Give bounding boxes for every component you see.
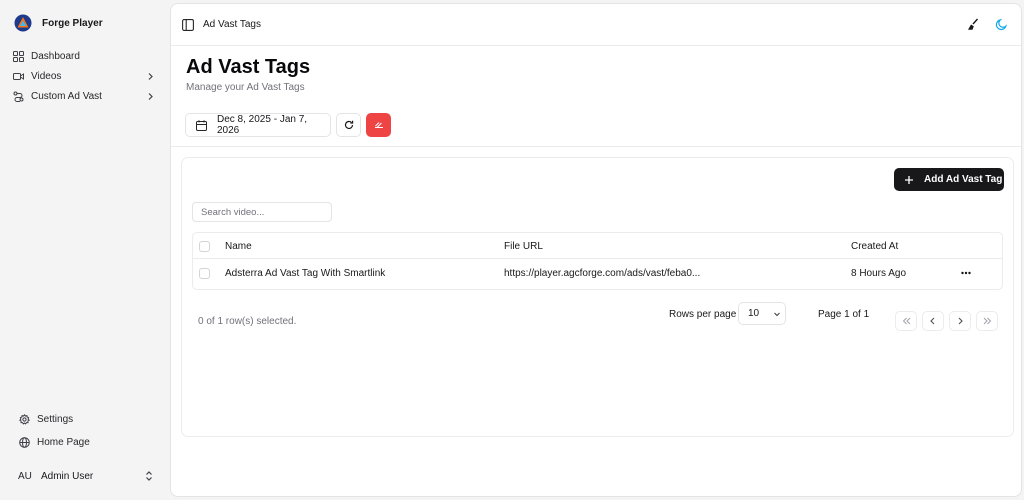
breadcrumb: Ad Vast Tags (203, 19, 261, 30)
sidebar-item-label: Dashboard (31, 50, 80, 62)
table-row[interactable]: Adsterra Ad Vast Tag With Smartlink http… (193, 260, 1002, 286)
brand[interactable]: Forge Player (14, 14, 103, 32)
tags-table: Name File URL Created At Adsterra Ad Vas… (192, 232, 1003, 290)
selected-rows-info: 0 of 1 row(s) selected. (198, 316, 297, 327)
add-button-label: Add Ad Vast Tag (924, 174, 1003, 185)
app-name: Forge Player (42, 17, 103, 29)
plus-icon (904, 175, 914, 185)
tags-card: Add Ad Vast Tag Name File URL Created At… (181, 157, 1014, 437)
row-actions-button[interactable] (959, 260, 973, 286)
clear-cache-broom-icon[interactable] (966, 18, 979, 31)
main-panel: Ad Vast Tags Ad Vast Tags Manage your Ad… (170, 3, 1022, 497)
chevron-left-icon (929, 317, 937, 325)
rows-per-page-label: Rows per page (669, 309, 737, 320)
clear-filter-button[interactable] (366, 113, 391, 137)
video-camera-icon (13, 71, 24, 82)
section-divider (171, 146, 1021, 147)
user-menu[interactable]: AU Admin User (18, 466, 154, 486)
sidebar-item-label: Settings (37, 413, 74, 425)
page-title: Ad Vast Tags (186, 56, 311, 78)
sidebar-item-home-page[interactable]: Home Page (14, 431, 164, 453)
first-page-button[interactable] (895, 311, 917, 331)
sidebar-item-videos[interactable]: Videos (8, 66, 160, 86)
refresh-button[interactable] (336, 113, 361, 137)
rows-per-page-value: 10 (748, 308, 760, 319)
sidebar-item-label: Custom Ad Vast (31, 90, 102, 102)
sidebar-item-label: Videos (31, 70, 62, 82)
globe-icon (19, 436, 30, 448)
rows-per-page-select[interactable]: 10 (738, 302, 786, 325)
next-page-button[interactable] (949, 311, 971, 331)
chevron-right-icon (146, 92, 155, 101)
sidebar-item-settings[interactable]: Settings (14, 408, 164, 430)
chevrons-left-icon (902, 317, 911, 325)
previous-page-button[interactable] (922, 311, 944, 331)
add-ad-vast-tag-button[interactable]: Add Ad Vast Tag (894, 168, 1004, 191)
chevron-right-icon (146, 72, 155, 81)
table-header: Name File URL Created At (193, 233, 1002, 259)
gear-icon (19, 413, 30, 425)
top-bar: Ad Vast Tags (171, 4, 1021, 46)
sidebar-bottom-nav: Settings Home Page (14, 408, 164, 454)
chevrons-right-icon (983, 317, 992, 325)
page-info: Page 1 of 1 (818, 309, 870, 320)
avatar: AU (18, 470, 32, 482)
refresh-icon (344, 120, 354, 130)
sidebar-item-dashboard[interactable]: Dashboard (8, 46, 160, 66)
chevron-down-icon (773, 310, 781, 318)
row-name: Adsterra Ad Vast Tag With Smartlink (225, 267, 386, 279)
chevrons-up-down-icon (144, 470, 154, 482)
date-range-label: Dec 8, 2025 - Jan 7, 2026 (217, 114, 308, 136)
select-all-checkbox[interactable] (199, 233, 210, 259)
sidebar-item-label: Home Page (37, 436, 90, 448)
user-name: Admin User (41, 470, 94, 482)
moon-icon[interactable] (995, 18, 1008, 31)
page-subtitle: Manage your Ad Vast Tags (186, 82, 305, 93)
dashboard-grid-icon (13, 50, 24, 62)
eraser-icon (374, 120, 384, 130)
row-created-at: 8 Hours Ago (851, 267, 907, 279)
row-checkbox[interactable] (199, 260, 210, 286)
more-horizontal-icon (961, 271, 971, 275)
date-range-picker[interactable]: Dec 8, 2025 - Jan 7, 2026 (185, 113, 331, 137)
search-input[interactable] (192, 202, 332, 222)
calendar-icon (196, 119, 207, 131)
sidebar-item-custom-ad-vast[interactable]: Custom Ad Vast (8, 86, 160, 106)
sidebar: Forge Player Dashboard Videos Custom Ad … (0, 0, 170, 500)
chevron-right-icon (956, 317, 964, 325)
sidebar-nav: Dashboard Videos Custom Ad Vast (8, 46, 160, 106)
forge-logo-icon (14, 14, 32, 32)
route-icon (13, 91, 24, 102)
last-page-button[interactable] (976, 311, 998, 331)
column-header-created-at[interactable]: Created At (851, 233, 898, 259)
sidebar-toggle-icon[interactable] (182, 19, 194, 31)
column-header-file-url[interactable]: File URL (504, 233, 543, 259)
row-file-url: https://player.agcforge.com/ads/vast/feb… (504, 267, 701, 279)
column-header-name[interactable]: Name (225, 233, 252, 259)
